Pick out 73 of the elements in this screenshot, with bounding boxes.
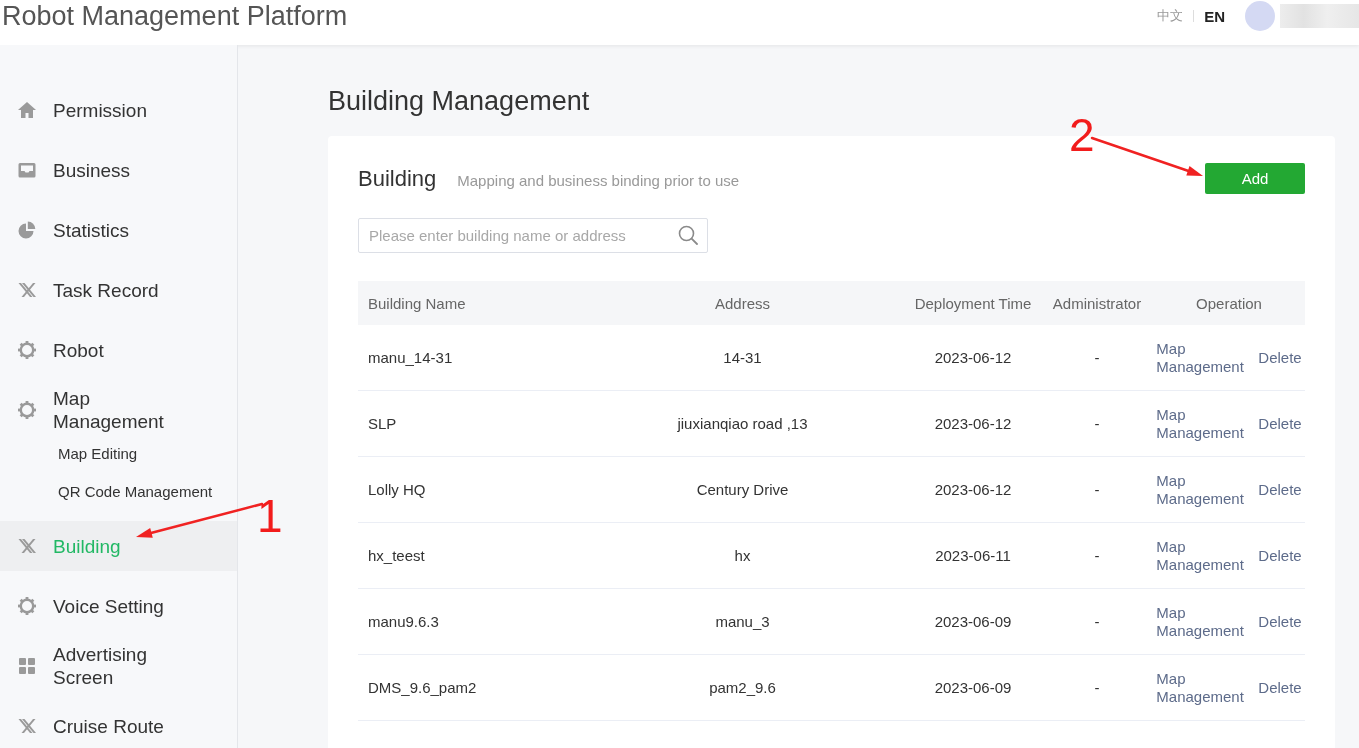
table-cell: Lolly HQ (368, 481, 426, 498)
column-header: Administrator (1051, 293, 1143, 314)
language-option[interactable]: 中文 (1157, 7, 1184, 25)
search-field[interactable]: Please enter building name or address (358, 218, 708, 253)
action-link[interactable]: Delete (1258, 546, 1302, 565)
table-cell: - (1094, 613, 1100, 630)
table-cell: - (1094, 349, 1100, 366)
add-button[interactable]: Add (1205, 163, 1305, 194)
page-title: Building Management (328, 85, 591, 117)
column-header: Address (714, 293, 771, 314)
table-cell: pam2_9.6 (709, 679, 776, 696)
table-cell: - (1094, 481, 1100, 498)
table-cell: hx_teest (368, 547, 425, 564)
gear-icon (17, 400, 37, 420)
grid-icon (17, 656, 37, 676)
action-link[interactable]: Delete (1258, 414, 1302, 433)
card-subtitle: Mapping and business binding prior to use (457, 172, 740, 189)
gear-icon (17, 340, 37, 360)
card-title: Building (358, 165, 437, 192)
table-cell: - (1094, 415, 1100, 432)
action-link[interactable]: Map Management (1156, 405, 1249, 442)
table-cell: 2023-06-12 (934, 349, 1012, 366)
table-cell: manu9.6.3 (368, 613, 439, 630)
double-x-icon (17, 716, 37, 736)
home-icon (17, 100, 37, 120)
sidebar-item[interactable]: Statistics (0, 205, 237, 255)
table-cell: - (1094, 679, 1100, 696)
sidebar-item[interactable]: Voice Setting (0, 581, 237, 631)
column-header: Operation (1195, 293, 1263, 314)
table-cell: - (1094, 547, 1100, 564)
action-link[interactable]: Delete (1258, 678, 1302, 697)
table-cell: 14-31 (723, 349, 762, 366)
table-cell: DMS_9.6_pam2 (368, 679, 477, 696)
action-link[interactable]: Delete (1258, 480, 1302, 499)
table-cell: hx (734, 547, 751, 564)
table-cell: manu_14-31 (368, 349, 453, 366)
table-cell: SLP (368, 415, 397, 432)
column-header: Building Name (367, 293, 467, 314)
table-cell: 2023-06-12 (934, 415, 1012, 432)
table-cell: 2023-06-11 (935, 547, 1011, 564)
action-link[interactable]: Map Management (1156, 471, 1249, 508)
table-cell: Century Drive (696, 481, 789, 498)
table-cell: 2023-06-09 (934, 679, 1012, 696)
action-link[interactable]: Delete (1258, 612, 1302, 631)
sidebar-item[interactable]: Permission (0, 85, 237, 135)
sidebar-subitem[interactable]: QR Code Management (0, 473, 237, 511)
action-link[interactable]: Map Management (1156, 537, 1249, 574)
double-x-icon (17, 280, 37, 300)
action-link[interactable]: Map Management (1156, 669, 1249, 706)
annotation-number: 2 (1069, 112, 1095, 158)
double-x-icon (17, 536, 37, 556)
sidebar-item[interactable]: Advertising Screen (0, 641, 237, 691)
table-cell: jiuxianqiao road ,13 (677, 415, 808, 432)
app-title: Robot Management Platform (1, 0, 348, 32)
action-link[interactable]: Delete (1258, 348, 1302, 367)
sidebar-item[interactable]: Map Management (0, 385, 237, 435)
inbox-icon (17, 160, 37, 180)
pie-chart-icon (17, 220, 37, 240)
gear-icon (17, 596, 37, 616)
language-option[interactable]: EN (1204, 7, 1225, 25)
sidebar-item[interactable]: Task Record (0, 265, 237, 315)
column-header: Deployment Time (913, 293, 1033, 314)
sidebar-item[interactable]: Business (0, 145, 237, 195)
table-cell: 2023-06-09 (934, 613, 1012, 630)
table-cell: 2023-06-12 (934, 481, 1012, 498)
table-cell: manu_3 (715, 613, 770, 630)
action-link[interactable]: Map Management (1156, 339, 1249, 376)
sidebar-item[interactable]: Cruise Route (0, 701, 237, 748)
annotation-number: 1 (257, 493, 283, 539)
search-icon[interactable] (678, 225, 698, 245)
sidebar-item[interactable]: Robot (0, 325, 237, 375)
sidebar-subitem[interactable]: Map Editing (0, 435, 237, 473)
action-link[interactable]: Map Management (1156, 603, 1249, 640)
